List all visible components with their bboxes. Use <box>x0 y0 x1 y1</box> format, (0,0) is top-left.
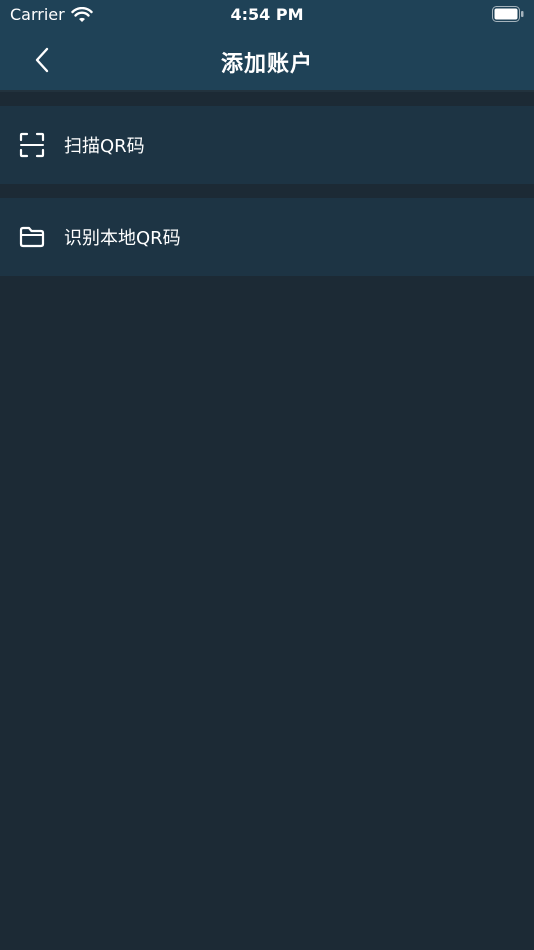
local-qr-item[interactable]: 识别本地QR码 <box>0 198 534 276</box>
battery-icon <box>492 6 524 22</box>
section-divider <box>0 92 534 106</box>
page-title: 添加账户 <box>220 52 313 77</box>
add-account-options: 扫描QR码 识别本地QR码 <box>0 92 534 276</box>
scan-qr-label: 扫描QR码 <box>64 136 145 157</box>
navigation-bar: 添加账户 <box>0 30 534 92</box>
folder-icon <box>18 223 46 251</box>
scan-icon <box>18 131 46 159</box>
status-bar: Carrier 4:54 PM <box>0 0 534 30</box>
status-time: 4:54 PM <box>230 5 304 24</box>
scan-qr-item[interactable]: 扫描QR码 <box>0 106 534 184</box>
local-qr-label: 识别本地QR码 <box>64 228 181 249</box>
section-divider <box>0 184 534 198</box>
